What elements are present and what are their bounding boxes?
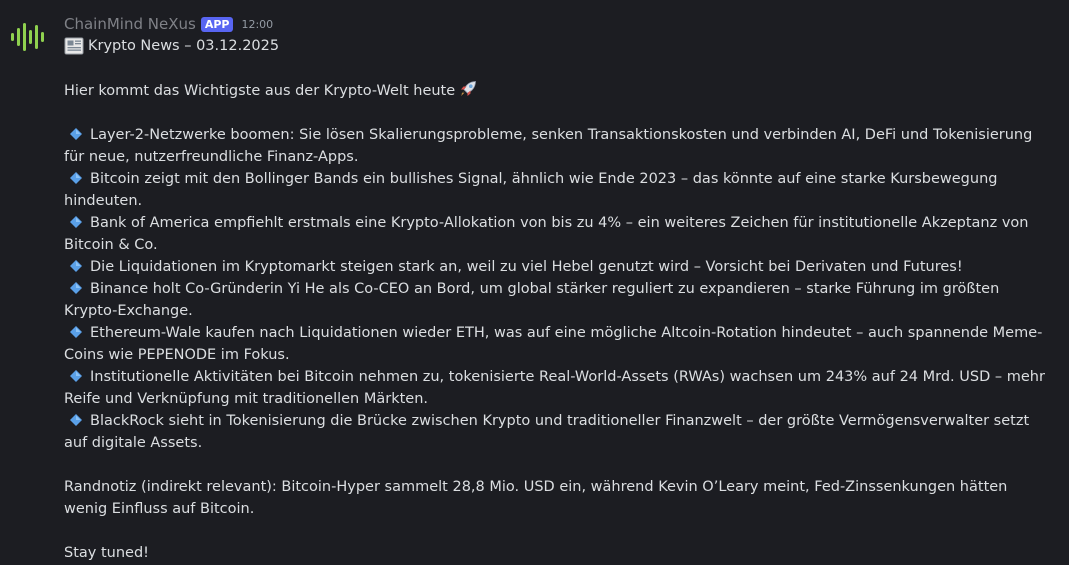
soundwave-icon[interactable] xyxy=(10,22,46,52)
news-bullet-text: Layer-2-Netzwerke boomen: Sie lösen Skal… xyxy=(64,127,1033,165)
news-bullet: Institutionelle Aktivitäten bei Bitcoin … xyxy=(64,366,1049,410)
blue-diamond-icon xyxy=(70,370,82,382)
blue-diamond-icon xyxy=(70,216,82,228)
news-bullet: Bank of America empfiehlt erstmals eine … xyxy=(64,212,1049,256)
news-bullet-text: Institutionelle Aktivitäten bei Bitcoin … xyxy=(64,369,1045,407)
app-badge: APP xyxy=(200,16,234,32)
message-title: Krypto News – 03.12.2025 xyxy=(88,38,280,54)
chat-message: ChainMind NeXus APP 12:00 Krypto News – … xyxy=(0,0,1069,565)
news-bullet: Layer-2-Netzwerke boomen: Sie lösen Skal… xyxy=(64,124,1049,168)
news-bullet: Die Liquidationen im Kryptomarkt steigen… xyxy=(64,256,1049,278)
news-bullet: BlackRock sieht in Tokenisierung die Brü… xyxy=(64,410,1049,454)
news-bullet-text: BlackRock sieht in Tokenisierung die Brü… xyxy=(64,413,1030,451)
intro-text: Hier kommt das Wichtigste aus der Krypto… xyxy=(64,83,456,99)
blue-diamond-icon xyxy=(70,282,82,294)
message-content: Krypto News – 03.12.2025 Hier kommt das … xyxy=(64,35,1049,564)
blue-diamond-icon xyxy=(70,260,82,272)
news-bullet-text: Bank of America empfiehlt erstmals eine … xyxy=(64,215,1029,253)
message-header: ChainMind NeXus APP 12:00 xyxy=(64,15,273,33)
blue-diamond-icon xyxy=(70,326,82,338)
news-bullet: Binance holt Co-Gründerin Yi He als Co-C… xyxy=(64,278,1049,322)
side-note: Randnotiz (indirekt relevant): Bitcoin-H… xyxy=(64,479,1008,517)
news-bullet-text: Bitcoin zeigt mit den Bollinger Bands ei… xyxy=(64,171,998,209)
news-bullet-text: Binance holt Co-Gründerin Yi He als Co-C… xyxy=(64,281,1000,319)
blue-diamond-icon xyxy=(70,414,82,426)
blue-diamond-icon xyxy=(70,172,82,184)
newspaper-icon xyxy=(64,37,84,55)
rocket-icon xyxy=(460,81,477,96)
news-bullet: Ethereum-Wale kaufen nach Liquidationen … xyxy=(64,322,1049,366)
closing-line: Stay tuned! xyxy=(64,545,149,561)
intro-line: Hier kommt das Wichtigste aus der Krypto… xyxy=(64,79,1049,102)
author-name[interactable]: ChainMind NeXus xyxy=(64,15,196,33)
news-bullet-text: Die Liquidationen im Kryptomarkt steigen… xyxy=(90,259,963,275)
news-bullet-text: Ethereum-Wale kaufen nach Liquidationen … xyxy=(64,325,1043,363)
message-title-line: Krypto News – 03.12.2025 xyxy=(64,35,1049,57)
message-timestamp[interactable]: 12:00 xyxy=(241,18,273,31)
news-bullet: Bitcoin zeigt mit den Bollinger Bands ei… xyxy=(64,168,1049,212)
blue-diamond-icon xyxy=(70,128,82,140)
